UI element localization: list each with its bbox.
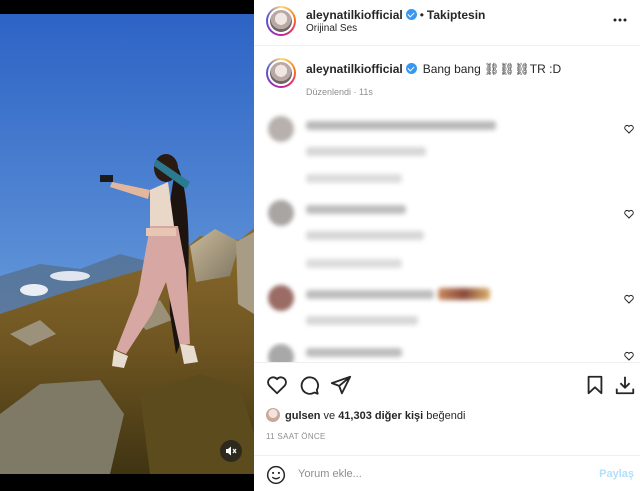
comment-emoji-blurred	[438, 288, 490, 300]
comment-text-blurred	[306, 121, 496, 130]
post-comment-button[interactable]: Paylaş	[599, 468, 634, 480]
commenter-avatar	[268, 344, 294, 362]
caption-avatar[interactable]	[266, 58, 296, 88]
heart-icon[interactable]	[624, 294, 634, 304]
post-header: aleynatilkiofficial • Takiptesin Orijinal …	[254, 0, 640, 46]
liker-username[interactable]: gulsen	[285, 410, 320, 422]
likes-suffix: beğendi	[423, 410, 466, 422]
comment-meta-blurred	[306, 147, 426, 156]
cloud	[50, 271, 90, 281]
media-top-bar	[0, 0, 254, 14]
heart-icon[interactable]	[624, 124, 634, 134]
comment-item	[254, 116, 640, 196]
download-icon[interactable]	[614, 374, 636, 396]
commenter-avatar	[268, 285, 294, 311]
add-comment-bar: Paylaş	[254, 455, 640, 491]
rock	[236, 232, 254, 314]
post-timestamp[interactable]: 11 SAAT ÖNCE	[266, 432, 326, 441]
caption-text: aleynatilkiofficial Bang bang ⛓⛓⛓TR :D	[306, 62, 561, 76]
follow-status[interactable]: Takiptesin	[427, 8, 485, 22]
comment-meta-blurred	[306, 231, 424, 240]
video-frame	[0, 14, 254, 474]
view-replies-blurred	[306, 259, 402, 268]
comment-bubble-icon[interactable]	[298, 374, 320, 396]
author-username[interactable]: aleynatilkiofficial	[306, 8, 403, 22]
post-details-panel: aleynatilkiofficial • Takiptesin Orijinal …	[254, 0, 640, 491]
author-line: aleynatilkiofficial • Takiptesin	[306, 8, 485, 22]
paper-plane-icon[interactable]	[330, 374, 352, 396]
comment-item	[254, 342, 640, 362]
comment-item	[254, 200, 640, 280]
heart-icon[interactable]	[624, 209, 634, 219]
commenter-avatar	[268, 116, 294, 142]
smiley-icon[interactable]	[266, 465, 286, 485]
bookmark-icon[interactable]	[584, 374, 606, 396]
comment-input[interactable]	[298, 465, 588, 483]
author-avatar[interactable]	[266, 6, 296, 36]
media-bottom-bar	[0, 474, 254, 491]
cloud	[20, 284, 48, 296]
caption-username[interactable]: aleynatilkiofficial	[306, 62, 403, 76]
view-replies-blurred	[306, 174, 402, 183]
comment-text-blurred	[306, 290, 434, 299]
comment-meta-blurred	[306, 316, 418, 325]
comment-text-blurred	[306, 348, 402, 357]
post-media-video[interactable]	[0, 0, 254, 491]
likes-summary: gulsen ve 41,303 diğer kişi beğendi	[266, 408, 465, 422]
verified-badge-icon	[405, 63, 417, 74]
post-action-bar	[254, 362, 640, 404]
verified-badge-icon	[405, 9, 417, 20]
separator-dot: •	[419, 8, 424, 22]
heart-icon[interactable]	[266, 374, 288, 396]
commenter-avatar	[268, 200, 294, 226]
more-options-icon[interactable]	[612, 12, 628, 28]
likes-connector: ve	[320, 410, 339, 422]
comment-text-blurred	[306, 205, 406, 214]
caption-body: Bang bang ⛓⛓⛓TR :D	[422, 62, 562, 76]
speaker-muted-icon	[226, 446, 237, 456]
liker-avatar[interactable]	[266, 408, 280, 422]
audio-label[interactable]: Orijinal Ses	[306, 23, 357, 34]
mute-toggle-button[interactable]	[220, 440, 242, 462]
edited-timestamp: Düzenlendi · 11s	[306, 87, 373, 97]
likes-count[interactable]: 41,303 diğer kişi	[338, 410, 423, 422]
heart-icon[interactable]	[624, 351, 634, 361]
